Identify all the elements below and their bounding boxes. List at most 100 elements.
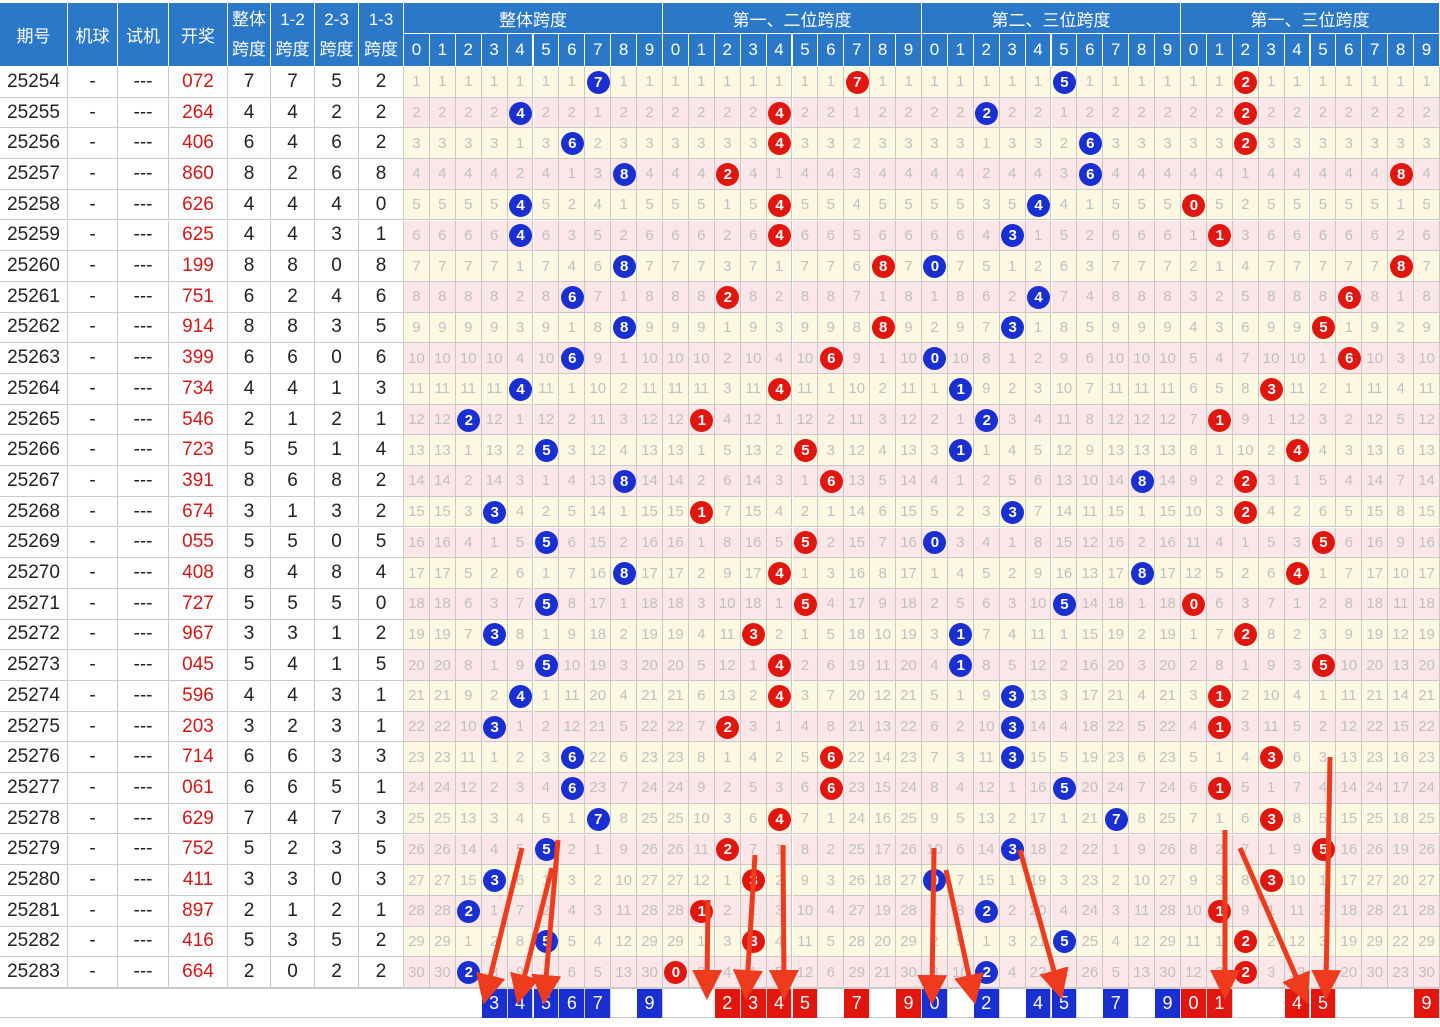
missing-cell: 7 (559, 558, 586, 589)
missing-cell: 7 (1077, 374, 1104, 405)
missing-cell: 3 (1362, 128, 1389, 160)
missing-cell: 19 (1414, 619, 1440, 651)
missing-cell: 5 (740, 773, 767, 804)
missing-cell: 6 (1129, 742, 1156, 774)
missing-cell: 10 (585, 374, 612, 405)
missing-cell: 29 (637, 926, 663, 958)
missing-cell: 4 (1051, 189, 1078, 221)
missing-cell: 9 (533, 312, 560, 344)
missing-cell: 3 (481, 128, 508, 160)
missing-cell: 1 (1258, 773, 1285, 804)
row-25257-open: 860 (169, 159, 228, 190)
row-25274-issue: 25274 (0, 681, 68, 712)
span-ball: 4 (768, 193, 792, 217)
row-25256-span-total: 6 (228, 128, 271, 160)
missing-cell: 2 (611, 97, 638, 129)
missing-cell: 3 (1206, 128, 1233, 160)
missing-cell: 8 (1206, 650, 1233, 681)
header-digit-0-1: 1 (429, 34, 456, 67)
missing-cell: 9 (1258, 650, 1285, 681)
missing-cell: 4 (740, 742, 767, 774)
missing-cell: 2 (818, 527, 845, 559)
header-digit-3-3: 3 (1258, 34, 1285, 67)
missing-cell: 3 (1336, 128, 1363, 160)
missing-cell: 25 (404, 803, 430, 835)
missing-cell: 10 (1181, 895, 1207, 927)
missing-cell: 1 (766, 67, 793, 98)
missing-cell: 1 (429, 67, 456, 98)
missing-cell: 15 (1051, 527, 1078, 559)
missing-cell: 27 (1362, 865, 1389, 896)
missing-cell: 13 (1362, 435, 1389, 467)
missing-cell: 5 (533, 803, 560, 835)
missing-cell: 5 (585, 957, 612, 988)
row-25257-machine: - (68, 159, 118, 190)
header-digit-0-4: 4 (507, 34, 534, 67)
row-25282-span-12: 3 (271, 926, 315, 958)
row-25277-span-12: 6 (271, 773, 315, 804)
missing-cell: 2 (533, 97, 560, 129)
missing-cell: 4 (1414, 159, 1440, 190)
missing-cell: 22 (637, 711, 663, 743)
missing-cell: 7 (404, 251, 430, 282)
row-25280-span-23: 0 (315, 865, 359, 896)
missing-cell: 14 (404, 466, 430, 497)
missing-cell: 16 (844, 558, 871, 589)
missing-cell: 8 (688, 281, 715, 313)
row-25268-machine: - (68, 496, 118, 528)
missing-cell: 7 (1181, 803, 1207, 835)
span-ball: 1 (690, 408, 714, 432)
row-25272-span-12: 3 (271, 619, 315, 651)
missing-cell: 3 (792, 128, 819, 160)
missing-cell: 2 (559, 834, 586, 866)
span-ball: 8 (871, 255, 895, 279)
missing-cell: 15 (1388, 711, 1415, 743)
missing-cell: 2 (688, 558, 715, 589)
missing-cell: 2 (922, 588, 948, 620)
header-group-0: 整体跨度 (404, 3, 663, 34)
missing-cell: 18 (1336, 895, 1363, 927)
missing-cell: 1 (1051, 957, 1078, 988)
missing-cell: 22 (1362, 711, 1389, 743)
missing-cell: 24 (637, 773, 663, 804)
missing-cell: 13 (404, 435, 430, 467)
row-25257-span-12: 2 (271, 159, 315, 190)
missing-cell: 15 (1103, 496, 1130, 528)
row-25265-span-total: 2 (228, 404, 271, 436)
missing-cell: 2 (714, 220, 741, 252)
missing-cell: 1 (922, 374, 948, 405)
missing-cell: 2 (1258, 97, 1285, 129)
missing-cell: 5 (585, 220, 612, 252)
missing-cell: 6 (844, 251, 871, 282)
missing-cell: 24 (1362, 773, 1389, 804)
missing-cell: 2 (481, 558, 508, 589)
missing-cell: 9 (792, 865, 819, 896)
missing-cell: 10 (1129, 343, 1156, 374)
row-25255-issue: 25255 (0, 97, 68, 129)
missing-cell: 8 (973, 343, 1000, 374)
row-25270-trial: --- (118, 558, 169, 589)
missing-cell: 1 (637, 67, 663, 98)
missing-cell: 12 (1129, 926, 1156, 958)
missing-cell: 1 (818, 374, 845, 405)
missing-cell: 1 (1336, 67, 1363, 98)
header-digit-1-7: 7 (844, 34, 871, 67)
header-digit-2-8: 8 (1129, 34, 1156, 67)
missing-cell: 10 (455, 343, 482, 374)
missing-cell: 20 (429, 650, 456, 681)
missing-cell: 1 (766, 711, 793, 743)
missing-cell: 1 (973, 67, 1000, 98)
summary-digit: 2 (973, 988, 1000, 1018)
missing-cell: 22 (404, 711, 430, 743)
missing-cell: 12 (1362, 404, 1389, 436)
missing-cell: 5 (766, 527, 793, 559)
missing-cell: 7 (1206, 619, 1233, 651)
span-ball: 8 (1130, 469, 1154, 493)
missing-cell: 1 (973, 435, 1000, 467)
row-25257-span-total: 8 (228, 159, 271, 190)
missing-cell: 2 (714, 773, 741, 804)
missing-cell: 3 (1025, 128, 1052, 160)
row-25254-machine: - (68, 67, 118, 98)
missing-cell: 21 (870, 957, 897, 988)
missing-cell: 8 (947, 281, 974, 313)
